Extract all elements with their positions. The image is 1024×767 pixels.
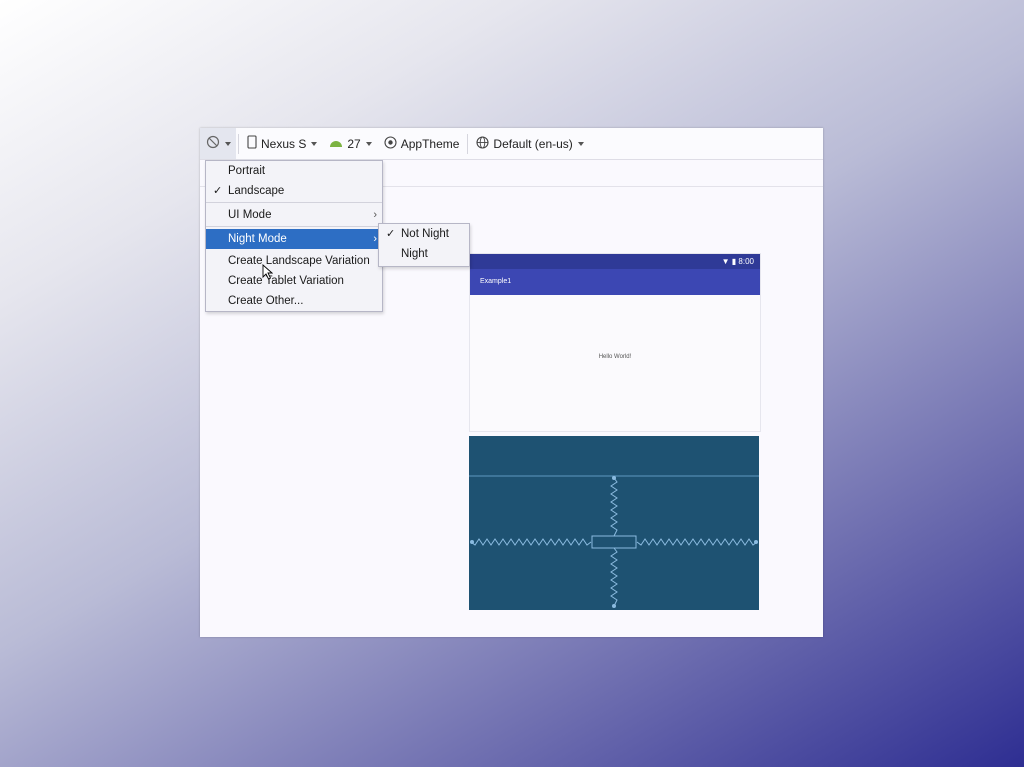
menu-item-label: Landscape [228, 185, 285, 197]
menu-item-label: Portrait [228, 165, 266, 177]
chevron-down-icon [311, 141, 318, 146]
submenu-item-label: Not Night [401, 228, 449, 240]
menu-item-create-landscape[interactable]: Create Landscape Variation [206, 251, 382, 271]
device-dropdown[interactable]: Nexus S [241, 128, 323, 159]
app-title: Example1 [480, 278, 512, 285]
api-level-dropdown[interactable]: 27 [323, 128, 377, 159]
design-preview: ▼ ▮ 8:00 Example1 Hello World! [469, 253, 761, 432]
battery-icon: ▮ [731, 257, 737, 266]
mouse-cursor-icon [262, 264, 273, 280]
chevron-down-icon [577, 141, 584, 146]
orientation-dropdown[interactable] [200, 128, 236, 159]
chevron-down-icon [365, 141, 372, 146]
chevron-right-icon: › [373, 233, 377, 245]
theme-label: AppTheme [400, 136, 460, 151]
menu-divider [206, 202, 382, 203]
menu-item-ui-mode[interactable]: UI Mode › [206, 205, 382, 225]
menu-item-label: Create Landscape Variation [228, 255, 370, 267]
menu-item-label: Night Mode [228, 233, 287, 245]
submenu-item-not-night[interactable]: ✓ Not Night [379, 224, 469, 244]
submenu-item-label: Night [401, 248, 428, 260]
menu-item-label: UI Mode [228, 209, 272, 221]
submenu-item-night[interactable]: Night [379, 244, 469, 264]
locale-dropdown[interactable]: Default (en-us) [470, 128, 589, 159]
menu-item-create-other[interactable]: Create Other... [206, 291, 382, 311]
status-bar: ▼ ▮ 8:00 [470, 254, 760, 269]
chevron-right-icon: › [373, 209, 377, 221]
constraint-lines [469, 475, 759, 608]
menu-item-label: Create Other... [228, 295, 304, 307]
globe-icon [476, 135, 489, 152]
status-time: 8:00 [738, 257, 754, 266]
menu-item-label: Create Tablet Variation [228, 275, 344, 287]
android-studio-editor: Nexus S 27 AppTheme Default (en-us) ▼ ▮ … [200, 128, 823, 637]
menu-item-landscape[interactable]: ✓ Landscape [206, 181, 382, 201]
orientation-menu: Portrait ✓ Landscape UI Mode › Night Mod… [205, 160, 383, 312]
android-icon [329, 137, 343, 151]
locale-label: Default (en-us) [493, 136, 573, 151]
wifi-icon: ▼ [721, 257, 730, 266]
menu-item-night-mode[interactable]: Night Mode › [206, 229, 382, 249]
rotate-orientation-icon [206, 135, 220, 152]
menu-item-portrait[interactable]: Portrait [206, 161, 382, 181]
menu-divider [206, 226, 382, 227]
toolbar-divider [238, 133, 239, 154]
theme-button[interactable]: AppTheme [378, 128, 466, 159]
theme-icon [384, 135, 397, 152]
chevron-down-icon [224, 141, 231, 146]
checkmark-icon: ✓ [213, 185, 223, 197]
toolbar-divider [467, 133, 469, 154]
api-level-label: 27 [347, 136, 361, 151]
layout-editor-toolbar: Nexus S 27 AppTheme Default (en-us) [200, 128, 823, 160]
phone-icon [247, 135, 257, 152]
blueprint-preview [469, 436, 759, 610]
device-label: Nexus S [261, 136, 307, 151]
menu-item-create-tablet[interactable]: Create Tablet Variation [206, 271, 382, 291]
hello-textview[interactable]: Hello World! [470, 354, 760, 360]
app-bar: Example1 [470, 269, 760, 295]
night-mode-submenu: ✓ Not Night Night [378, 223, 470, 267]
checkmark-icon: ✓ [386, 228, 396, 240]
